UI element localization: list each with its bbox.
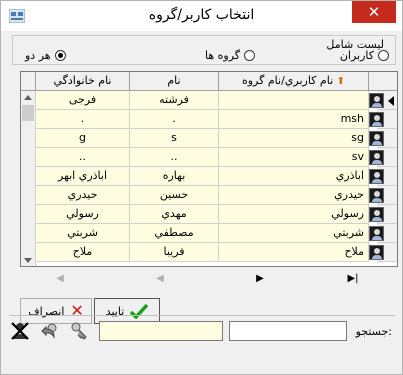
cell-name[interactable]: s (130, 129, 219, 148)
cell-name[interactable]: .. (130, 148, 219, 167)
radio-users-label: کاربران (339, 49, 374, 62)
user-icon (369, 188, 384, 203)
user-icon (369, 112, 384, 127)
users-grid[interactable]: نام خانوادگي نام نام كاربري/نام گروه ⬆ ف… (20, 71, 398, 267)
close-button[interactable]: ✕ (352, 1, 396, 23)
check-icon (130, 303, 149, 319)
user-icon (369, 169, 384, 184)
cell-user[interactable]: اباذري (219, 167, 369, 186)
column-header-family[interactable]: نام خانوادگي (36, 72, 130, 91)
cell-family[interactable]: حيدري (36, 186, 130, 205)
radio-groups-label: گروه ها (204, 49, 240, 62)
column-header-user-label: نام كاربري/نام گروه (241, 74, 334, 87)
search-label: جستجو: (355, 325, 392, 338)
cell-family[interactable]: فرجى (36, 91, 130, 110)
header-indicator (369, 72, 397, 91)
table-row[interactable]: حيدري حسين حيدري (21, 186, 397, 205)
radio-groups-circle[interactable] (244, 50, 255, 61)
cell-name[interactable]: . (130, 110, 219, 129)
close-icon: ✕ (367, 3, 381, 21)
delete-user-icon[interactable] (10, 321, 30, 341)
column-header-user[interactable]: نام كاربري/نام گروه ⬆ (219, 72, 369, 91)
key-icon[interactable] (69, 321, 89, 341)
user-icon (369, 93, 384, 108)
user-icon (369, 245, 384, 260)
table-row[interactable]: فرجى فرشته (21, 91, 397, 110)
cell-family[interactable]: اباذري ابهر (36, 167, 130, 186)
record-navigator: ◀ ◀ ▶ ▶| (51, 271, 371, 287)
sort-up-icon: ⬆ (336, 76, 346, 87)
user-icon (369, 131, 384, 146)
radio-both-circle[interactable] (54, 50, 66, 61)
table-row[interactable]: اباذري ابهر بهاره اباذري (21, 167, 397, 186)
title-bar: انتخاب کاربر/گروه ✕ (1, 1, 402, 31)
nav-last-icon[interactable]: ▶| (341, 271, 365, 287)
cell-family[interactable]: . (36, 110, 130, 129)
table-row[interactable]: .. msh (21, 110, 397, 129)
table-row[interactable]: ملاح فريبا ملاح (21, 243, 397, 262)
cell-name[interactable]: مصطفي (130, 224, 219, 243)
cell-name[interactable]: مهدي (130, 205, 219, 224)
radio-both[interactable]: هر دو (25, 49, 66, 62)
radio-groups[interactable]: گروه ها (205, 49, 255, 62)
table-row[interactable]: شربتي مصطفي شربتي (21, 224, 397, 243)
cell-family[interactable]: .. (36, 148, 130, 167)
cell-family[interactable]: g (36, 129, 130, 148)
cell-name[interactable]: فرشته (130, 91, 219, 110)
current-row-icon (388, 96, 394, 106)
divider (9, 315, 395, 316)
cell-name[interactable]: حسين (130, 186, 219, 205)
nav-prev-icon[interactable]: ◀ (151, 271, 169, 287)
user-icon (369, 150, 384, 165)
table-row[interactable]: رسولي مهدي رسولي (21, 205, 397, 224)
window-title: انتخاب کاربر/گروه (148, 7, 255, 23)
grid-header: نام خانوادگي نام نام كاربري/نام گروه ⬆ (21, 72, 397, 91)
cell-user[interactable]: sg (219, 129, 369, 148)
nav-first-icon[interactable]: ◀ (51, 271, 69, 287)
user-icon (369, 207, 384, 222)
header-corner (21, 72, 36, 91)
column-header-name[interactable]: نام (130, 72, 219, 91)
filter-group: ليست شامل کاربران گروه ها هر دو (12, 35, 396, 65)
cell-user[interactable]: msh (219, 110, 369, 129)
cell-family[interactable]: شربتي (36, 224, 130, 243)
cell-user[interactable]: رسولي (219, 205, 369, 224)
cell-family[interactable]: رسولي (36, 205, 130, 224)
select-user-group-dialog: انتخاب کاربر/گروه ✕ ليست شامل کاربران گر… (0, 0, 403, 375)
cell-family[interactable]: ملاح (36, 243, 130, 262)
cell-user[interactable]: sv (219, 148, 369, 167)
cell-name[interactable]: بهاره (130, 167, 219, 186)
table-row[interactable]: g s sg (21, 129, 397, 148)
cell-user[interactable]: ملاح (219, 243, 369, 262)
cell-user[interactable]: شربتي (219, 224, 369, 243)
search-input[interactable] (229, 321, 347, 341)
nav-next-icon[interactable]: ▶ (251, 271, 269, 287)
selected-user-field (99, 321, 223, 341)
cell-name[interactable]: فريبا (130, 243, 219, 262)
user-icon (369, 226, 384, 241)
radio-users-circle[interactable] (378, 50, 389, 61)
undo-icon[interactable] (40, 321, 60, 341)
radio-users[interactable]: کاربران (340, 49, 389, 62)
cell-user[interactable]: حيدري (219, 186, 369, 205)
table-row[interactable]: .... sv (21, 148, 397, 167)
radio-both-label: هر دو (25, 49, 51, 62)
cancel-x-icon: ✕ (70, 301, 84, 320)
cell-user[interactable] (219, 91, 369, 110)
